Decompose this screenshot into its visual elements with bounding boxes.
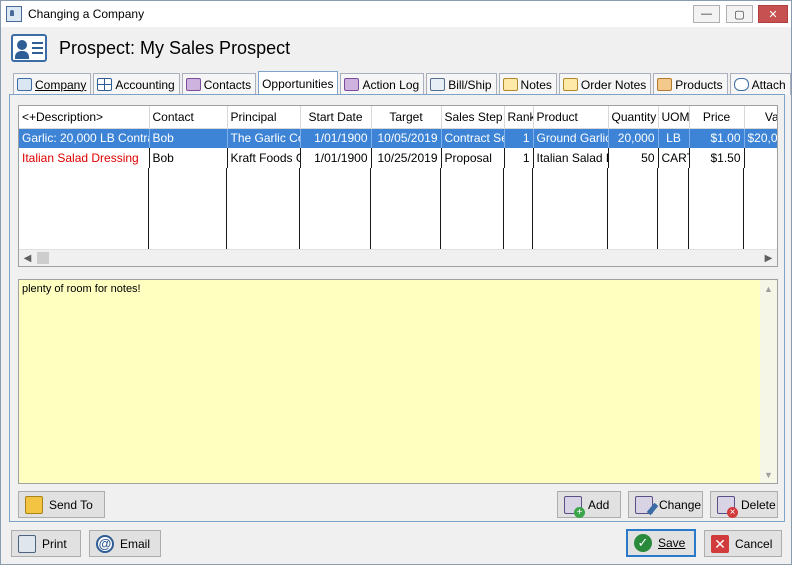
opportunities-table: <+Description> Contact Principal Start D… [19,106,777,168]
contact-card-icon [6,6,22,22]
column-header-price[interactable]: Price [689,106,745,129]
title-bar: Changing a Company — ▢ ✕ [1,1,791,27]
tab-strip: Company Accounting Contacts Opportunitie… [13,71,792,95]
maximize-button[interactable]: ▢ [726,5,753,23]
tab-products[interactable]: Products [653,73,728,95]
cell-contact: Bob [149,148,228,168]
cell-contact: Bob [149,128,228,148]
cell-product: Ground Garlic [533,128,609,148]
cell-description: Garlic: 20,000 LB Contract [19,128,150,148]
print-button[interactable]: Print [11,530,81,557]
grid-column-lines [19,168,777,250]
tab-attach[interactable]: Attach [729,73,791,95]
printer-icon [18,534,36,553]
paperclip-icon [733,78,749,91]
dialog-window: Changing a Company — ▢ ✕ Prospect: My Sa… [0,0,792,565]
cell-value: $20,0( [744,128,777,148]
add-icon [564,495,585,518]
close-button[interactable]: ✕ [758,5,788,23]
tab-notes[interactable]: Notes [498,73,557,95]
contact-card-icon [17,78,32,91]
people-icon [185,78,201,91]
calendar-icon [344,78,360,91]
cell-quantity: 50 [608,148,659,168]
truck-icon [430,78,446,91]
delete-button[interactable]: Delete [710,491,778,518]
cell-quantity: 20,000 [608,128,659,148]
cell-price: $1.50 [689,148,745,168]
cell-target: 10/25/2019 [371,148,442,168]
opportunities-panel: <+Description> Contact Principal Start D… [9,94,785,522]
grid-header-row: <+Description> Contact Principal Start D… [19,106,777,129]
at-sign-icon: @ [96,534,114,553]
column-header-contact[interactable]: Contact [149,106,228,129]
opportunities-grid: <+Description> Contact Principal Start D… [18,105,778,267]
cell-principal: Kraft Foods Gr [227,148,301,168]
edit-icon [635,495,653,514]
products-icon [657,78,673,91]
tab-opportunities[interactable]: Opportunities [258,71,339,95]
table-row[interactable]: Italian Salad Dressing Bob Kraft Foods G… [19,148,777,168]
cell-value: $7 [744,148,777,168]
notes-icon [502,78,518,91]
delete-icon [717,495,738,518]
scroll-down-icon[interactable]: ▼ [760,466,777,483]
column-header-quantity[interactable]: Quantity [608,106,659,129]
column-header-description[interactable]: <+Description> [19,106,150,129]
add-button[interactable]: Add [557,491,621,518]
save-button[interactable]: ✓ Save [626,529,696,557]
scroll-up-icon[interactable]: ▲ [760,280,777,297]
cell-price: $1.00 [689,128,745,148]
cell-target: 10/05/2019 [371,128,442,148]
cell-uom: CART [658,148,690,168]
cell-principal: The Garlic Cor [227,128,301,148]
cell-sales-step: Proposal [441,148,505,168]
page-header: Prospect: My Sales Prospect [11,33,290,63]
tab-company[interactable]: Company [13,73,92,95]
minimize-button[interactable]: — [693,5,720,23]
change-button[interactable]: Change [628,491,703,518]
horizontal-scrollbar[interactable]: ◀ ▶ [19,249,777,266]
send-to-button[interactable]: Send To [18,491,105,518]
cell-rank: 1 [504,148,534,168]
checkmark-icon: ✓ [634,534,652,552]
scroll-left-icon[interactable]: ◀ [19,250,36,266]
grid-icon [97,78,113,91]
column-header-start-date[interactable]: Start Date [300,106,372,129]
send-to-icon [25,495,43,514]
page-title: Prospect: My Sales Prospect [59,37,291,58]
cell-sales-step: Contract Ser [441,128,505,148]
vertical-scrollbar[interactable]: ▲ ▼ [760,280,777,483]
order-notes-icon [562,78,578,91]
cancel-button[interactable]: ✕ Cancel [704,530,782,557]
cell-description: Italian Salad Dressing [19,148,150,168]
tab-bill-ship[interactable]: Bill/Ship [426,73,497,95]
notes-textarea[interactable]: plenty of room for notes! ▲ ▼ [18,279,778,484]
scroll-thumb[interactable] [37,252,49,264]
column-header-sales-step[interactable]: Sales Step [441,106,505,129]
column-header-rank[interactable]: Rank [504,106,534,129]
cell-uom: LB [658,128,690,148]
column-header-product[interactable]: Product [533,106,609,129]
column-header-uom[interactable]: UOM [658,106,690,129]
column-header-value[interactable]: Valu [744,106,777,129]
column-header-target[interactable]: Target [371,106,442,129]
tab-order-notes[interactable]: Order Notes [558,73,652,95]
window-title: Changing a Company [28,7,145,21]
prospect-card-icon [11,34,47,62]
scroll-right-icon[interactable]: ▶ [760,250,777,266]
tab-action-log[interactable]: Action Log [340,73,425,95]
column-header-principal[interactable]: Principal [227,106,301,129]
cell-product: Italian Salad Dr [533,148,609,168]
cell-start-date: 1/01/1900 [300,148,372,168]
table-row[interactable]: Garlic: 20,000 LB Contract Bob The Garli… [19,128,777,148]
close-icon: ✕ [711,534,729,553]
cell-rank: 1 [504,128,534,148]
email-button[interactable]: @ Email [89,530,161,557]
tab-accounting[interactable]: Accounting [93,73,180,95]
tab-contacts[interactable]: Contacts [181,73,257,95]
cell-start-date: 1/01/1900 [300,128,372,148]
notes-text: plenty of room for notes! [22,283,141,295]
